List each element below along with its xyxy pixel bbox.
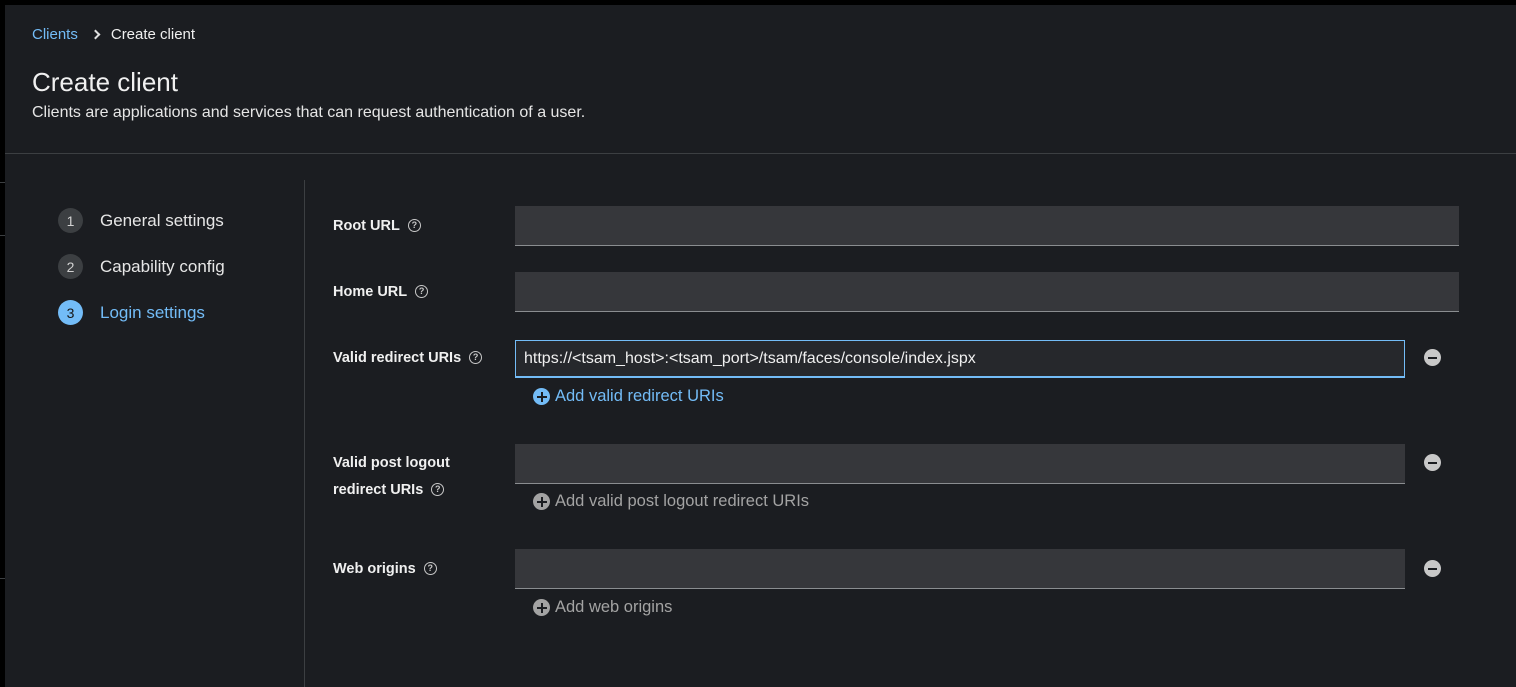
breadcrumb-clients-link[interactable]: Clients <box>32 26 78 43</box>
home-url-label-text: Home URL <box>333 284 408 300</box>
breadcrumb-current: Create client <box>110 26 196 43</box>
root-url-input[interactable] <box>515 206 1459 246</box>
plus-circle-icon <box>533 493 550 510</box>
help-icon[interactable]: ? <box>469 350 483 364</box>
remove-post-logout-uri-icon[interactable] <box>1424 454 1441 471</box>
add-label: Add valid redirect URIs <box>555 387 724 405</box>
help-icon[interactable]: ? <box>423 561 437 575</box>
valid-post-logout-label: Valid post logout redirect URIs? <box>333 450 450 504</box>
step-number: 2 <box>58 254 83 279</box>
valid-redirect-uri-input[interactable] <box>515 340 1405 378</box>
step-label: General settings <box>100 210 224 230</box>
chevron-right-icon <box>90 29 101 40</box>
valid-post-logout-label-line1: Valid post logout <box>333 455 450 471</box>
home-url-label: Home URL? <box>333 279 429 306</box>
remove-web-origin-icon[interactable] <box>1424 560 1441 577</box>
step-number: 1 <box>58 208 83 233</box>
step-label: Login settings <box>100 302 205 322</box>
wizard-step-general-settings[interactable]: 1 General settings <box>58 208 224 233</box>
help-icon[interactable]: ? <box>415 284 429 298</box>
help-icon[interactable]: ? <box>431 482 445 496</box>
breadcrumb: Clients Create client <box>32 26 195 43</box>
add-web-origins-button[interactable]: Add web origins <box>533 598 672 617</box>
add-label: Add valid post logout redirect URIs <box>555 492 810 510</box>
plus-circle-icon <box>533 388 550 405</box>
page-description: Clients are applications and services th… <box>32 104 586 121</box>
step-number: 3 <box>58 300 83 325</box>
web-origins-label: Web origins? <box>333 556 437 583</box>
step-label: Capability config <box>100 256 225 276</box>
create-client-page: Clients Create client Create client Clie… <box>5 5 1516 687</box>
valid-redirect-uris-label-text: Valid redirect URIs <box>333 350 462 366</box>
valid-post-logout-label-line2: redirect URIs <box>333 482 424 498</box>
valid-redirect-uris-label: Valid redirect URIs? <box>333 345 483 372</box>
add-label: Add web origins <box>555 598 673 616</box>
wizard-step-capability-config[interactable]: 2 Capability config <box>58 254 225 279</box>
page-title: Create client <box>32 67 178 97</box>
remove-redirect-uri-icon[interactable] <box>1424 349 1441 366</box>
home-url-input[interactable] <box>515 272 1459 312</box>
add-valid-redirect-uris-button[interactable]: Add valid redirect URIs <box>533 387 724 406</box>
wizard-step-login-settings[interactable]: 3 Login settings <box>58 300 205 325</box>
wizard-nav: 1 General settings 2 Capability config 3… <box>5 180 305 687</box>
add-post-logout-uris-button[interactable]: Add valid post logout redirect URIs <box>533 492 809 511</box>
valid-post-logout-uri-input[interactable] <box>515 444 1405 484</box>
help-icon[interactable]: ? <box>407 218 421 232</box>
plus-circle-icon <box>533 599 550 616</box>
web-origins-label-text: Web origins <box>333 561 416 577</box>
web-origins-input[interactable] <box>515 549 1405 589</box>
root-url-label: Root URL? <box>333 213 421 240</box>
page-header: Clients Create client Create client Clie… <box>5 5 1516 154</box>
root-url-label-text: Root URL <box>333 218 400 234</box>
